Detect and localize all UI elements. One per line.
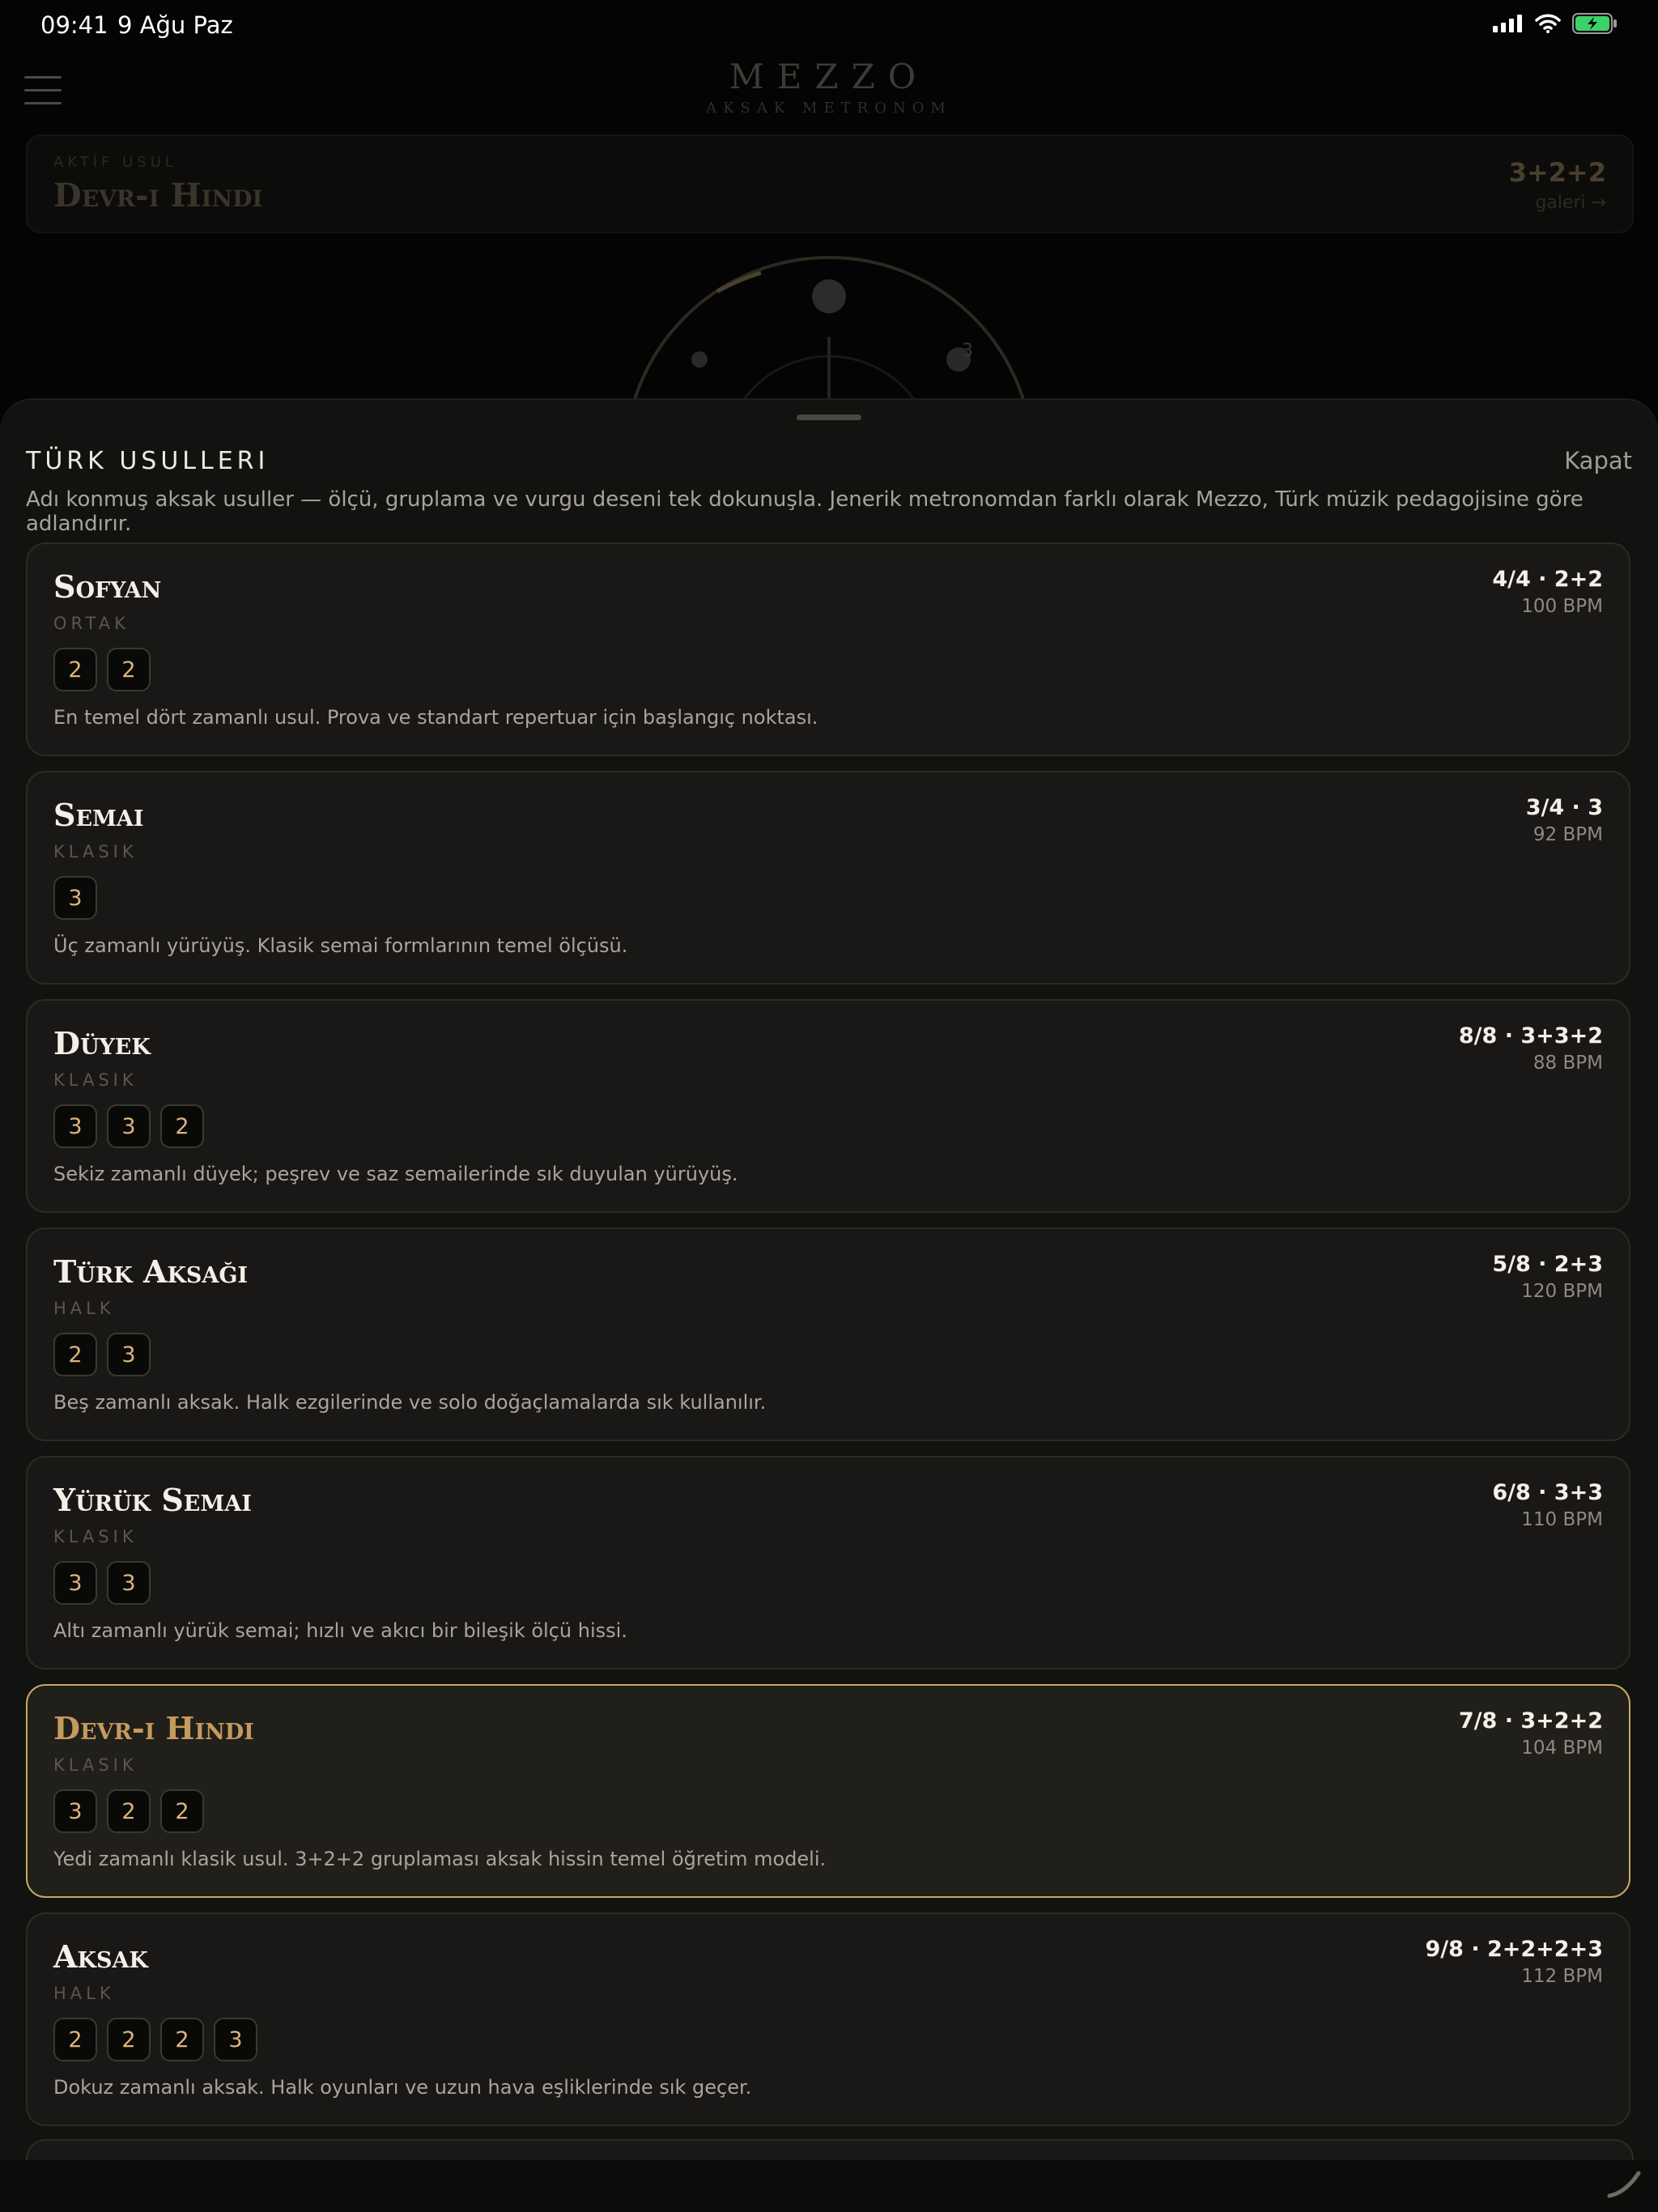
usul-category: KLASIK — [53, 1755, 138, 1775]
usul-bpm: 120 BPM — [1521, 1281, 1603, 1302]
usul-groups: 322 — [53, 1789, 204, 1833]
sheet-description: Adı konmuş aksak usuller — ölçü, gruplam… — [26, 487, 1584, 536]
usul-groups: 3 — [53, 876, 97, 920]
usul-category: KLASIK — [53, 1070, 138, 1090]
group-chip: 2 — [53, 1333, 97, 1376]
usul-card[interactable]: Aksak HALK 9/8 · 2+2+2+3 112 BPM 2 2 2 3 Dokuz z… — [26, 1912, 1630, 2126]
usul-bpm: 112 BPM — [1521, 1966, 1603, 1987]
group-chip: 2 — [160, 2018, 204, 2061]
close-button[interactable]: Kapat — [1564, 447, 1632, 474]
usul-card[interactable]: Semai KLASIK 3/4 · 3 92 BPM 3 Üç zamanlı yürü… — [26, 771, 1630, 985]
group-chip: 2 — [160, 1789, 204, 1833]
sheet-title: TÜRK USULLERI — [26, 447, 270, 475]
brand-logo: MEZZO AKSAK METRONOM — [0, 57, 1658, 117]
usul-meter: 9/8 · 2+2+2+3 — [1425, 1937, 1603, 1962]
wifi-icon — [1535, 14, 1561, 33]
group-chip: 3 — [107, 1104, 151, 1148]
group-chip: 3 — [53, 1104, 97, 1148]
usul-name: Türk Aksağı — [53, 1253, 249, 1290]
usul-category: HALK — [53, 1299, 115, 1318]
usul-name: Devr-i Hindi — [53, 1710, 254, 1746]
resize-handle-icon[interactable] — [1600, 2155, 1648, 2204]
usul-bpm: 110 BPM — [1521, 1509, 1603, 1530]
usul-bpm: 88 BPM — [1533, 1053, 1603, 1074]
beat-dial: 3 — [631, 256, 1027, 405]
usul-meter: 3/4 · 3 — [1525, 795, 1603, 820]
bottom-bar — [0, 2160, 1658, 2212]
active-usul-card[interactable]: AKTİF USUL Devr-i Hindi 3+2+2 galeri → — [26, 134, 1634, 233]
brand-title: MEZZO — [729, 57, 929, 96]
usul-bpm: 100 BPM — [1521, 596, 1603, 617]
group-chip: 3 — [107, 1333, 151, 1376]
group-chip: 2 — [160, 1104, 204, 1148]
usul-category: ORTAK — [53, 614, 130, 633]
usul-card[interactable]: Sofyan ORTAK 4/4 · 2+2 100 BPM 2 2 En temel dö… — [26, 542, 1630, 756]
usul-name: Yürük Semai — [53, 1482, 252, 1518]
group-chip: 2 — [107, 1789, 151, 1833]
group-chip: 2 — [107, 2018, 151, 2061]
usul-meter: 7/8 · 3+2+2 — [1458, 1708, 1603, 1733]
usul-groups: 23 — [53, 1333, 151, 1376]
usul-bpm: 104 BPM — [1521, 1738, 1603, 1759]
active-usul-name: Devr-i Hindi — [53, 177, 263, 215]
usul-description: Beş zamanlı aksak. Halk ezgilerinde ve s… — [53, 1391, 767, 1414]
group-chip: 3 — [53, 1561, 97, 1605]
usul-name: Sofyan — [53, 568, 162, 605]
usul-meter: 5/8 · 2+3 — [1492, 1252, 1603, 1277]
signal-icon — [1493, 15, 1522, 32]
usul-groups: 332 — [53, 1104, 204, 1148]
usul-description: Üç zamanlı yürüyüş. Klasik semai formlar… — [53, 934, 628, 957]
usul-groups: 2223 — [53, 2018, 257, 2061]
usul-category: KLASIK — [53, 842, 138, 861]
usul-name: Aksak — [53, 1938, 148, 1975]
usul-card[interactable]: Devr-i Hindi KLASIK 7/8 · 3+2+2 104 BPM 3 2 2 Y… — [26, 1684, 1630, 1898]
usul-category: KLASIK — [53, 1527, 138, 1546]
usul-description: En temel dört zamanlı usul. Prova ve sta… — [53, 706, 818, 729]
usul-bpm: 92 BPM — [1533, 824, 1603, 845]
usul-description: Sekiz zamanlı düyek; peşrev ve saz semai… — [53, 1163, 738, 1185]
usul-groups: 33 — [53, 1561, 151, 1605]
usul-card[interactable]: Yürük Semai KLASIK 6/8 · 3+3 110 BPM 3 3 Altı … — [26, 1456, 1630, 1670]
status-bar: 09:41 9 Ağu Paz — [0, 0, 1658, 52]
usul-sheet: TÜRK USULLERI Kapat Adı konmuş aksak usu… — [0, 398, 1658, 2181]
group-chip: 3 — [53, 876, 97, 920]
group-chip: 2 — [53, 2018, 97, 2061]
usul-name: Semai — [53, 797, 144, 833]
usul-card[interactable]: Düyek KLASIK 8/8 · 3+3+2 88 BPM 3 3 2 Sekiz zam… — [26, 999, 1630, 1213]
status-icons — [1493, 13, 1618, 34]
usul-meter: 8/8 · 3+3+2 — [1458, 1023, 1603, 1049]
gallery-link[interactable]: galeri → — [1535, 193, 1606, 213]
usul-meter: 4/4 · 2+2 — [1492, 567, 1603, 592]
group-chip: 3 — [53, 1789, 97, 1833]
sheet-grabber[interactable] — [797, 415, 861, 420]
group-chip: 3 — [214, 2018, 257, 2061]
beat-dot — [691, 351, 708, 368]
brand-subtitle: AKSAK METRONOM — [706, 100, 952, 117]
battery-icon — [1572, 13, 1617, 34]
usul-description: Altı zamanlı yürük semai; hızlı ve akıcı… — [53, 1619, 627, 1642]
usul-description: Dokuz zamanlı aksak. Halk oyunları ve uz… — [53, 2076, 752, 2099]
usul-name: Düyek — [53, 1025, 151, 1061]
group-chip: 2 — [107, 648, 151, 691]
group-chip: 2 — [53, 648, 97, 691]
beat-dot-accent — [812, 279, 846, 313]
status-date: 9 Ağu Paz — [117, 11, 233, 39]
status-time: 09:41 — [40, 11, 108, 39]
usul-meter: 6/8 · 3+3 — [1492, 1480, 1603, 1505]
app-header: MEZZO AKSAK METRONOM — [0, 52, 1658, 133]
usul-category: HALK — [53, 1984, 115, 2003]
group-chip: 3 — [107, 1561, 151, 1605]
active-usul-meter: 3+2+2 — [1508, 157, 1606, 188]
active-usul-label: AKTİF USUL — [53, 154, 177, 171]
beat-label: 3 — [962, 341, 973, 361]
usul-description: Yedi zamanlı klasik usul. 3+2+2 gruplama… — [53, 1848, 827, 1870]
usul-card[interactable]: Türk Aksağı HALK 5/8 · 2+3 120 BPM 2 3 Beş zam… — [26, 1227, 1630, 1441]
usul-groups: 22 — [53, 648, 151, 691]
